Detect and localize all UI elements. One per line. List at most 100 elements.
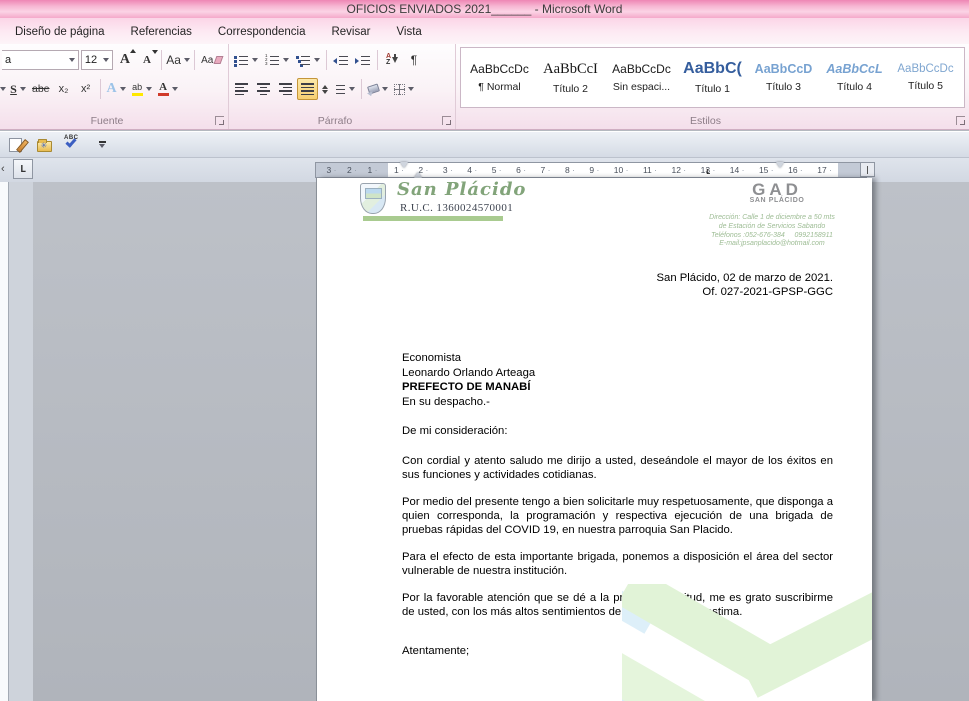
paragraph-group-row2 [229, 72, 455, 102]
styles-group-label: Estilos [456, 115, 955, 127]
text-effects-icon: A [107, 81, 117, 97]
chevron-down-icon [184, 58, 190, 62]
tab-vista[interactable]: Vista [383, 21, 434, 43]
font-size-combobox[interactable]: 12 [81, 50, 113, 70]
letterhead-green-bar [363, 216, 503, 221]
address-line: Dirección: Calle 1 de diciembre a 50 mts [669, 214, 872, 223]
font-color-button[interactable]: A [156, 78, 180, 100]
chevron-down-icon [314, 58, 320, 62]
tab-stop-marker[interactable]: L [706, 168, 710, 176]
address-line: de Estación de Servicios Sabando [669, 223, 872, 232]
spellcheck-button[interactable]: ABC [63, 135, 83, 155]
align-left-button[interactable] [231, 78, 251, 100]
body-paragraph: Por medio del presente tengo a bien soli… [402, 495, 833, 537]
align-right-button[interactable] [275, 78, 295, 100]
text-effects-button[interactable]: A [105, 78, 128, 100]
chevron-down-icon [283, 58, 289, 62]
increase-indent-button[interactable] [353, 49, 373, 71]
parish-crest-icon [360, 183, 386, 214]
style-normal[interactable]: AaBbCcDc ¶ Normal [464, 50, 535, 105]
tab-stop-selector[interactable]: L [13, 159, 33, 179]
chevron-down-icon [120, 87, 126, 91]
horizontal-ruler[interactable]: 3 2 1 L 1 2 3 4 5 6 7 8 9 10 11 12 13 14… [315, 162, 867, 178]
toolbar-options-button[interactable] [92, 135, 112, 155]
letterhead-ruc: R.U.C. 1360024570001 [400, 202, 513, 214]
ruler-text-area: L 1 2 3 4 5 6 7 8 9 10 11 12 13 14 15 16… [388, 163, 838, 177]
salutation: De mi consideración: [402, 424, 507, 438]
tab-correspondencia[interactable]: Correspondencia [205, 21, 319, 43]
subscript-button[interactable]: x₂ [54, 78, 74, 100]
superscript-button[interactable]: x² [76, 78, 96, 100]
quick-toolbar: ABC [0, 131, 969, 158]
open-folder-button[interactable] [34, 135, 54, 155]
style-sin-espaciado[interactable]: AaBbCcDc Sin espaci... [606, 50, 677, 105]
shrink-font-button[interactable]: A [137, 49, 157, 71]
document-page[interactable]: San Plácido R.U.C. 1360024570001 GAD SAN… [317, 178, 872, 701]
multilevel-list-button[interactable] [293, 49, 322, 71]
reference-line: Of. 027-2021-GPSP-GGC [657, 285, 833, 299]
font-dialog-launcher[interactable] [215, 116, 224, 125]
chevron-down-icon [349, 87, 355, 91]
left-tab-icon: L [20, 164, 26, 175]
highlight-icon: ab [132, 83, 143, 96]
change-case-icon: Aa [166, 53, 181, 67]
style-titulo-5[interactable]: AaBbCcDc Título 5 [890, 50, 961, 105]
strikethrough-icon: abe [32, 83, 50, 95]
paragraph-dialog-launcher[interactable] [442, 116, 451, 125]
chevron-down-icon[interactable] [103, 58, 109, 62]
window-title: OFICIOS ENVIADOS 2021______ - Microsoft … [347, 2, 623, 16]
shading-button[interactable] [366, 78, 390, 100]
gad-logo: GAD SAN PLÁCIDO [715, 182, 839, 204]
ribbon: a 12 A A Aa Aa [0, 44, 969, 130]
folder-icon [37, 141, 52, 152]
shrink-font-icon: A [143, 54, 151, 66]
paint-bucket-icon [367, 83, 380, 94]
sort-button[interactable]: A Z [382, 49, 402, 71]
show-paragraph-marks-button[interactable]: ¶ [404, 49, 424, 71]
justify-icon [300, 82, 315, 96]
left-pane-edge[interactable] [0, 182, 9, 701]
style-titulo-2[interactable]: AaBbCcI Título 2 [535, 50, 606, 105]
font-name-value: a [5, 54, 11, 66]
font-color-icon: A [158, 82, 169, 96]
grow-font-button[interactable]: A [115, 49, 135, 71]
chevron-down-icon[interactable] [0, 87, 6, 91]
align-left-icon [234, 82, 249, 96]
date-line: San Plácido, 02 de marzo de 2021. [657, 271, 833, 285]
edit-document-button[interactable] [5, 135, 25, 155]
align-center-icon [256, 82, 271, 96]
tab-diseno-de-pagina[interactable]: Diseño de página [2, 21, 118, 43]
clear-formatting-button[interactable]: Aa [199, 49, 224, 71]
align-center-button[interactable] [253, 78, 273, 100]
highlight-button[interactable]: ab [130, 78, 154, 100]
left-pane-band [9, 182, 33, 701]
underline-icon: S [10, 82, 17, 97]
borders-button[interactable] [392, 78, 416, 100]
chevron-down-icon[interactable] [69, 58, 75, 62]
style-titulo-4[interactable]: AaBbCcL Título 4 [819, 50, 890, 105]
font-size-value: 12 [85, 54, 97, 66]
paragraph-group: A Z ¶ [229, 44, 456, 129]
font-name-combobox[interactable]: a [2, 50, 79, 70]
justify-button[interactable] [297, 78, 318, 100]
change-case-button[interactable]: Aa [166, 49, 190, 71]
line-spacing-button[interactable] [320, 78, 357, 100]
right-indent-marker[interactable] [776, 162, 784, 168]
numbering-button[interactable] [262, 49, 291, 71]
chevron-down-icon [172, 87, 178, 91]
styles-gallery: AaBbCcDc ¶ Normal AaBbCcI Título 2 AaBbC… [460, 47, 965, 108]
numbering-icon [264, 54, 280, 67]
strikethrough-button[interactable]: abe [30, 78, 52, 100]
styles-dialog-launcher[interactable] [956, 116, 965, 125]
line-spacing-icon [322, 85, 328, 94]
style-titulo-1[interactable]: AaBbC( Título 1 [677, 50, 748, 105]
bullets-button[interactable] [231, 49, 260, 71]
tab-referencias[interactable]: Referencias [118, 21, 205, 43]
collapse-pane-icon[interactable]: ‹ [1, 163, 5, 175]
style-titulo-3[interactable]: AaBbCcD Título 3 [748, 50, 819, 105]
underline-button[interactable]: S [8, 78, 28, 100]
decrease-indent-button[interactable] [331, 49, 351, 71]
chevron-down-icon [146, 87, 152, 91]
first-line-indent-marker[interactable] [400, 162, 408, 168]
tab-revisar[interactable]: Revisar [318, 21, 383, 43]
